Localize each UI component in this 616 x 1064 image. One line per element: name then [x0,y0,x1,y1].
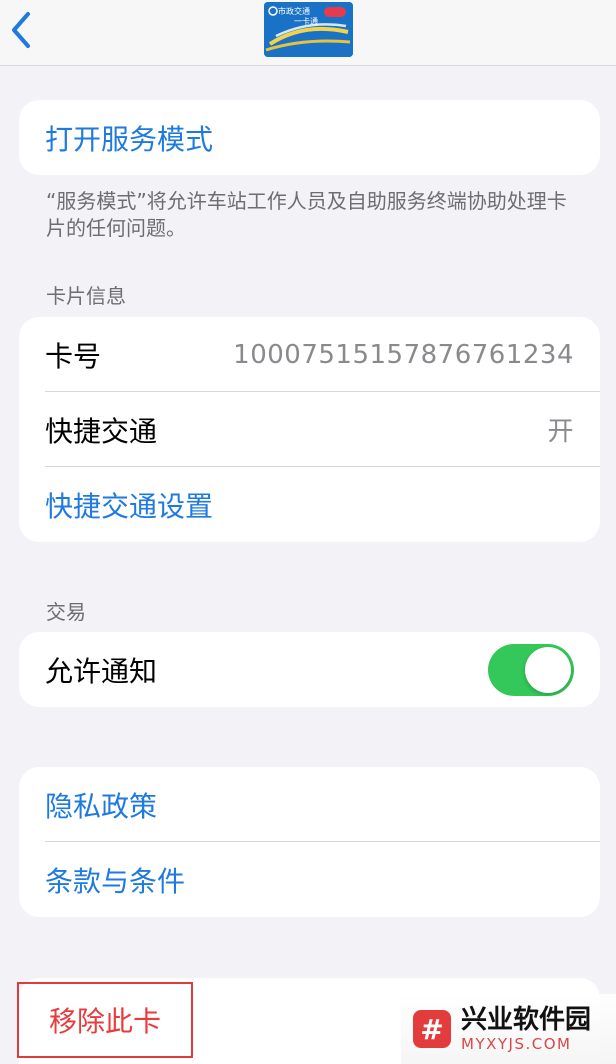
express-transit-label: 快捷交通 [45,414,158,448]
privacy-policy-row[interactable]: 隐私政策 [19,767,600,842]
terms-link[interactable]: 条款与条件 [45,860,185,900]
service-mode-group: 打开服务模式 [19,100,600,175]
express-transit-row: 快捷交通 开 [19,392,600,467]
back-button[interactable] [6,8,36,52]
transactions-group: 允许通知 [19,632,600,707]
watermark-title: 兴业软件园 [461,1005,592,1035]
allow-notifications-toggle[interactable] [488,643,574,696]
chevron-left-icon [12,12,30,48]
section-header-transactions: 交易 [46,600,86,624]
watermark-text: 兴业软件园 MYXYJS.COM [461,1005,591,1053]
card-logo-text-2: 一卡通 [294,17,318,26]
section-header-card-info: 卡片信息 [46,284,126,308]
express-transit-settings-link[interactable]: 快捷交通设置 [45,485,213,525]
remove-card-button[interactable]: 移除此卡 [17,982,193,1058]
open-service-mode-link[interactable]: 打开服务模式 [45,118,213,158]
watermark-logo-icon: # [413,1010,451,1048]
nav-bar: 市政交通 一卡通 [0,0,616,66]
card-number-value: 10007515157876761234 [233,339,574,370]
allow-notifications-row: 允许通知 [19,632,600,707]
allow-notifications-label: 允许通知 [45,654,158,688]
card-badge [324,7,346,17]
watermark-url: MYXYJS.COM [461,1035,572,1053]
open-service-mode-row[interactable]: 打开服务模式 [19,100,600,175]
express-transit-settings-row[interactable]: 快捷交通设置 [19,467,600,542]
transit-card-thumbnail: 市政交通 一卡通 [264,2,353,57]
card-number-row: 卡号 10007515157876761234 [19,317,600,392]
terms-row[interactable]: 条款与条件 [19,842,600,917]
legal-group: 隐私政策 条款与条件 [19,767,600,917]
express-transit-value: 开 [547,417,574,447]
privacy-policy-link[interactable]: 隐私政策 [45,785,157,825]
watermark: # 兴业软件园 MYXYJS.COM [401,994,616,1064]
card-number-label: 卡号 [45,339,102,373]
service-mode-footnote: “服务模式”将允许车站工作人员及自助服务终端协助处理卡片的任何问题。 [46,189,567,240]
card-info-group: 卡号 10007515157876761234 快捷交通 开 快捷交通设置 [19,317,600,542]
toggle-knob [525,646,571,693]
